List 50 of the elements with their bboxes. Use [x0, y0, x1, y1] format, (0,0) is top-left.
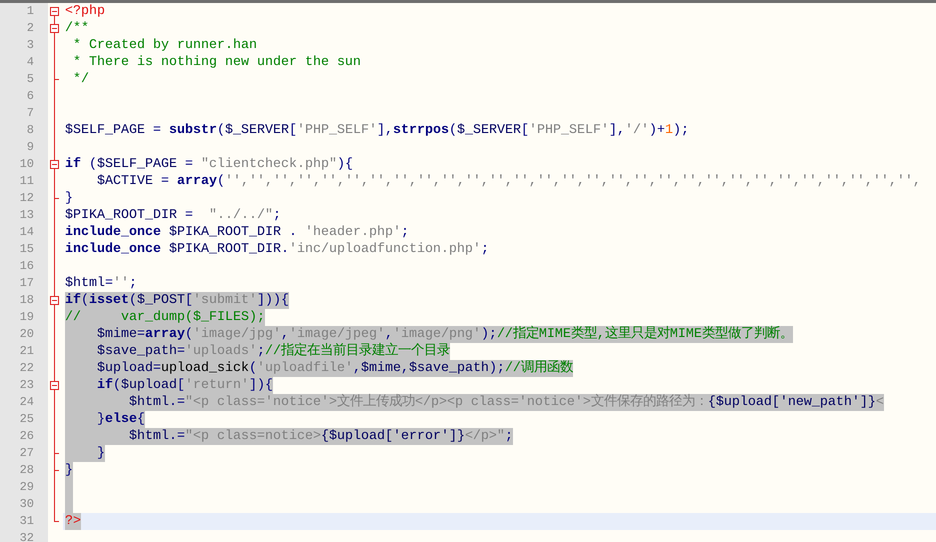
code-line: /** — [65, 20, 89, 37]
line-number: 19 — [20, 309, 34, 326]
code-line: } — [65, 190, 73, 207]
fold-minus-icon[interactable] — [50, 7, 59, 16]
line-number: 3 — [26, 37, 34, 54]
line-number: 25 — [20, 411, 34, 428]
code-line: * There is nothing new under the sun — [72, 54, 361, 71]
fold-minus-icon[interactable] — [50, 24, 59, 33]
line-number: 13 — [20, 207, 34, 224]
line-number: 14 — [20, 224, 34, 241]
code-line: <?php — [65, 3, 105, 20]
code-line: $html=''; — [65, 275, 137, 292]
line-number: 27 — [20, 445, 34, 462]
line-number: 24 — [20, 394, 34, 411]
line-number: 11 — [20, 173, 34, 190]
line-number: 4 — [26, 54, 34, 71]
line-number: 1 — [26, 3, 34, 20]
line-number: 28 — [20, 462, 34, 479]
fold-minus-icon[interactable] — [50, 381, 59, 390]
line-number: 30 — [20, 496, 34, 513]
code-line: $SELF_PAGE = substr($_SERVER['PHP_SELF'],strrpos($_SERVER['PHP_SELF'],'/')+1); — [65, 122, 689, 139]
line-number: 5 — [26, 71, 34, 88]
line-number: 17 — [20, 275, 34, 292]
line-number: 20 — [20, 326, 34, 343]
code-line: */ — [72, 71, 89, 88]
line-number: 21 — [20, 343, 34, 360]
line-number: 18 — [20, 292, 34, 309]
line-number: 31 — [20, 513, 34, 530]
fold-minus-icon[interactable] — [50, 296, 59, 305]
code-line: $PIKA_ROOT_DIR = "../../"; — [65, 207, 281, 224]
line-number: 9 — [26, 139, 34, 156]
line-number: 23 — [20, 377, 34, 394]
code-line: if ($SELF_PAGE = "clientcheck.php"){ — [65, 156, 353, 173]
line-number: 16 — [20, 258, 34, 275]
line-number: 8 — [26, 122, 34, 139]
line-number: 6 — [26, 88, 34, 105]
code-line: include_once $PIKA_ROOT_DIR.'inc/uploadfunction.php'; — [65, 241, 489, 258]
line-number: 7 — [26, 105, 34, 122]
code-line: $ACTIVE = array('','','','','','','','','','','','','','','','','','','','','','','','','','','','','', — [96, 173, 921, 190]
code-line: include_once $PIKA_ROOT_DIR . 'header.php'; — [65, 224, 409, 241]
code-line: * Created by runner.han — [72, 37, 257, 54]
line-number: 15 — [20, 241, 34, 258]
line-number: 26 — [20, 428, 34, 445]
line-number: 29 — [20, 479, 34, 496]
line-number: 2 — [26, 20, 34, 37]
line-number: 12 — [20, 190, 34, 207]
line-number: 32 — [20, 530, 34, 542]
fold-minus-icon[interactable] — [50, 160, 59, 169]
line-number: 22 — [20, 360, 34, 377]
line-number: 10 — [20, 156, 34, 173]
